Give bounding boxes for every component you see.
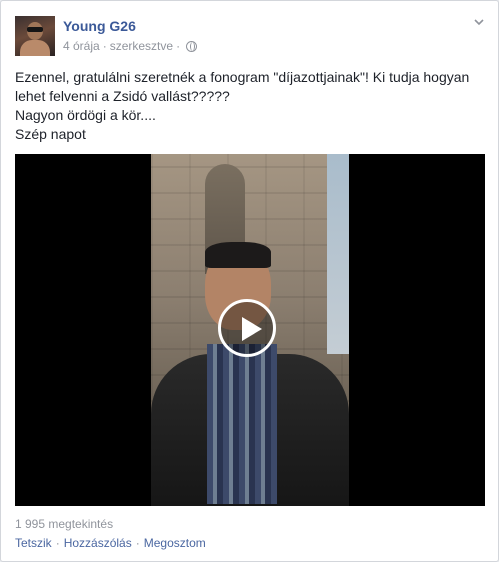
view-count: 1 995 megtekintés <box>15 517 114 531</box>
play-icon <box>242 317 262 341</box>
post-card: Young G26 4 órája · szerkesztve · Ezenne… <box>0 0 499 562</box>
action-bar: Tetszik · Hozzászólás · Megosztom <box>15 536 206 550</box>
action-separator: · <box>135 536 140 550</box>
post-time[interactable]: 4 órája <box>63 39 100 53</box>
post-body-line: Ezennel, gratulálni szeretnék a fonogram… <box>15 69 470 85</box>
chevron-down-icon[interactable] <box>474 17 484 27</box>
share-link[interactable]: Megosztom <box>144 536 206 550</box>
action-separator: · <box>55 536 60 550</box>
sky-strip <box>327 154 349 354</box>
avatar-body <box>20 40 50 56</box>
comment-link[interactable]: Hozzászólás <box>64 536 132 550</box>
author-name[interactable]: Young G26 <box>63 18 136 34</box>
edited-label[interactable]: szerkesztve <box>110 39 173 53</box>
play-button[interactable] <box>218 299 276 357</box>
post-body-line: lehet felvenni a Zsidó vallást????? <box>15 88 230 104</box>
avatar[interactable] <box>15 16 55 56</box>
post-meta: 4 órája · szerkesztve · <box>63 39 198 53</box>
person-scarf <box>207 344 277 504</box>
meta-separator: · <box>102 39 107 53</box>
post-body-line: Nagyon ördögi a kör.... <box>15 107 156 123</box>
post-body: Ezennel, gratulálni szeretnék a fonogram… <box>15 68 487 144</box>
video-player[interactable] <box>15 154 485 506</box>
post-body-line: Szép napot <box>15 126 86 142</box>
like-link[interactable]: Tetszik <box>15 536 52 550</box>
avatar-sunglasses <box>27 27 43 32</box>
meta-separator: · <box>176 39 181 53</box>
globe-icon[interactable] <box>186 40 198 52</box>
person-hair <box>205 242 271 268</box>
